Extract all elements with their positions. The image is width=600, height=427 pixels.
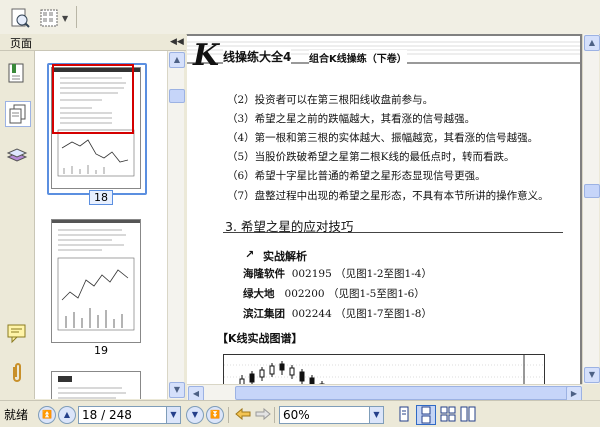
- back-arrow-icon[interactable]: [234, 406, 252, 422]
- scrollbar-corner: [582, 384, 600, 400]
- chevron-down-icon[interactable]: ▼: [62, 14, 68, 23]
- stock-chart-image: [223, 354, 545, 384]
- continuous-view-icon[interactable]: [416, 405, 436, 425]
- section-divider: [223, 232, 563, 233]
- panel-header: 页面 ◀◀: [0, 34, 186, 51]
- list-item: （3）希望之星之前的跌幅越大，其看涨的信号越强。: [227, 113, 476, 125]
- scroll-down-arrow-icon[interactable]: ▼: [169, 382, 185, 398]
- stock-row: 海隆软件 002195 （见图1-2至图1-4）: [243, 268, 432, 280]
- status-text: 就绪: [4, 408, 29, 422]
- horizontal-scrollbar-thumb[interactable]: [235, 386, 581, 400]
- stock-row: 滨江集团 002244 （见图1-7至图1-8）: [243, 308, 432, 320]
- comments-icon[interactable]: [5, 321, 29, 345]
- practice-arrow-icon: ↗: [245, 248, 255, 261]
- scrollbar-thumb[interactable]: [169, 89, 185, 103]
- scrollbar-thumb[interactable]: [584, 184, 600, 198]
- header-subtitle: 组合K线操练（下卷）: [309, 50, 407, 65]
- navigation-strip: [0, 51, 35, 399]
- toolbar: ▼: [0, 0, 600, 35]
- list-item: （7）盘整过程中出现的希望之星形态，不具有本节所讲的操作意义。: [227, 190, 549, 202]
- page-header: K 线操练大全4 组合K线操练（下卷）: [187, 38, 580, 73]
- scroll-up-arrow-icon[interactable]: ▲: [584, 35, 600, 51]
- two-page-view-icon[interactable]: [460, 406, 476, 422]
- document-horizontal-scrollbar[interactable]: ◀ ▶: [187, 384, 582, 402]
- chart-caption: 【K线实战图谱】: [217, 332, 303, 345]
- stock-row: 绿大地 002200 （见图1-5至图1-6）: [243, 288, 425, 300]
- last-page-icon[interactable]: ⏬: [206, 406, 224, 424]
- list-item: （6）希望十字星比普通的希望之星形态显现信号更强。: [227, 170, 486, 182]
- header-logo-letter: K: [193, 38, 220, 73]
- page-dropdown-arrow-icon[interactable]: ▼: [166, 406, 181, 424]
- previous-page-icon[interactable]: ▲: [58, 406, 76, 424]
- thumbnail-label-18: 18: [35, 190, 167, 205]
- panel-title: 页面: [10, 37, 32, 50]
- page-thumbnails-pane: 18 19: [35, 51, 167, 399]
- practice-title: 实战解析: [263, 250, 307, 263]
- list-item: （4）第一根和第三根的实体越大、振幅越宽，其看涨的信号越强。: [227, 132, 539, 144]
- document-view: K 线操练大全4 组合K线操练（下卷） （2）投资者可以在第三根阳线收盘前参与。…: [187, 34, 582, 384]
- page-number-field[interactable]: 18 / 248: [78, 406, 169, 424]
- document-scrollbar[interactable]: ▲ ▼: [582, 34, 600, 384]
- scroll-up-arrow-icon[interactable]: ▲: [169, 52, 185, 68]
- zoom-field[interactable]: 60%: [279, 406, 372, 424]
- document-page: K 线操练大全4 组合K线操练（下卷） （2）投资者可以在第三根阳线收盘前参与。…: [187, 36, 580, 384]
- single-page-view-icon[interactable]: [396, 406, 412, 422]
- zoom-dropdown-arrow-icon[interactable]: ▼: [369, 406, 384, 424]
- thumbnail-label-19: 19: [94, 344, 108, 357]
- forward-arrow-icon[interactable]: [254, 406, 272, 422]
- layers-icon[interactable]: [5, 143, 29, 167]
- thumbnail-page-20[interactable]: [51, 371, 141, 399]
- zoom-tool-icon[interactable]: [8, 6, 32, 30]
- header-title: 线操练大全4: [223, 48, 292, 65]
- facing-view-icon[interactable]: [440, 406, 456, 422]
- scroll-down-arrow-icon[interactable]: ▼: [584, 367, 600, 383]
- status-separator: [274, 407, 275, 423]
- collapse-panel-icon[interactable]: ◀◀: [170, 36, 184, 48]
- status-bar: 就绪 ⏫ ▲ 18 / 248 ▼ ▼ ⏬ 60% ▼: [0, 400, 600, 427]
- thumbnail-page-19[interactable]: [51, 219, 141, 343]
- attachment-icon[interactable]: [5, 361, 29, 385]
- next-page-icon[interactable]: ▼: [186, 406, 204, 424]
- thumbnail-view-highlight: [52, 64, 134, 134]
- thumbnail-page-18[interactable]: [51, 64, 141, 189]
- pages-icon[interactable]: [5, 101, 31, 127]
- list-item: （2）投资者可以在第三根阳线收盘前参与。: [227, 94, 434, 106]
- status-separator: [228, 407, 229, 423]
- list-item: （5）当股价跌破希望之星第二根K线的最低点时，转而看跌。: [227, 151, 515, 163]
- toolbar-separator: [76, 6, 77, 28]
- thumbnail-scrollbar[interactable]: ▲ ▼: [167, 51, 185, 399]
- first-page-icon[interactable]: ⏫: [38, 406, 56, 424]
- snapshot-tool-icon[interactable]: [38, 6, 62, 30]
- bookmarks-icon[interactable]: [5, 61, 29, 85]
